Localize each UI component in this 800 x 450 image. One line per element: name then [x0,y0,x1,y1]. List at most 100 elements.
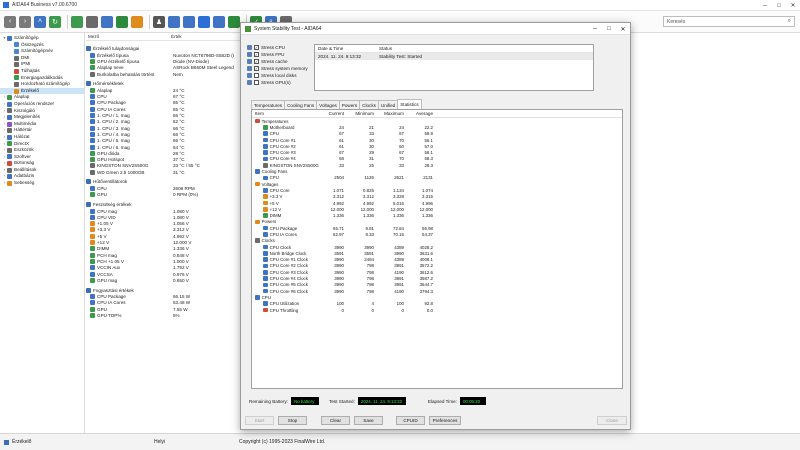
stress-checkbox[interactable]: ✓ [254,66,259,71]
tab-unified[interactable]: Unified [377,100,399,109]
tab-temperatures[interactable]: Temperatures [251,100,286,109]
minimize-icon[interactable]: ─ [588,23,602,35]
stress-checkbox[interactable]: ✓ [254,59,259,64]
maximize-icon[interactable]: □ [772,0,786,11]
stress-checkbox[interactable] [254,73,259,78]
row-item-label: CPU [261,294,271,300]
row-item-label: +5 V [269,200,279,206]
tree-item[interactable]: › Multimédia [0,121,84,128]
property-row[interactable]: WD Green 2.5 1000GB 31 °C [86,169,246,175]
close-icon[interactable]: ✕ [616,23,630,35]
up-icon[interactable]: ˄ [34,15,46,28]
memory-icon[interactable] [86,15,98,28]
tree-item[interactable]: Összegzés [0,42,84,49]
cpuid-button[interactable]: CPUID [396,416,425,425]
database-icon[interactable] [168,15,180,28]
clear-button[interactable]: Clear [321,416,350,425]
tab-cooling-fans[interactable]: Cooling Fans [284,100,318,109]
property-row[interactable]: GPU 0 RPM (0%) [86,192,246,198]
tree-item[interactable]: › Eszközök [0,147,84,154]
tree-item[interactable]: › Alaplap [0,94,84,101]
tree-item[interactable]: › Beállítások [0,167,84,174]
search-input[interactable]: Keresés ⌕ [663,16,795,27]
property-name: PCH mag [97,252,117,258]
minimize-icon[interactable]: ─ [758,0,772,11]
column-field[interactable]: Mező [86,34,171,40]
device-icon [247,45,252,50]
cell-current: 3990 [334,244,344,250]
tree-item[interactable]: Számítógépnév [0,48,84,55]
row-item-label: CPU Core #1 [269,137,296,143]
close-button[interactable]: Close [597,416,627,425]
column-value[interactable]: Érték [171,34,182,40]
tree-item[interactable]: › Szoftver [0,154,84,161]
property-row[interactable]: GPU TDP% 5% [86,312,246,319]
tab-powers[interactable]: Powers [338,100,361,109]
stability-test-icon[interactable] [228,15,240,28]
tree-item[interactable]: Energiagazdálkodás [0,75,84,82]
stress-checkbox[interactable]: ✓ [254,45,259,50]
back-icon[interactable]: ‹ [4,15,16,28]
item-icon [263,188,268,193]
property-row[interactable]: Alaplap neve ASRock B660M Steel Legend [86,65,246,71]
tree-item[interactable]: IPMI [0,61,84,68]
stop-button[interactable]: Stop [278,416,307,425]
property-value: Nem [173,71,183,77]
tree-item[interactable]: › DirectX [0,141,84,148]
tab-clocks[interactable]: Clocks [359,100,379,109]
network-icon[interactable] [183,15,195,28]
tree-item[interactable]: › Hálózat [0,134,84,141]
tree-item[interactable]: Túlhajtás [0,68,84,75]
tree-item-icon [7,174,12,180]
close-icon[interactable]: ✕ [786,0,800,11]
tree-item[interactable]: › Sebesség [0,180,84,187]
property-row[interactable]: GPU mag 0.650 V [86,277,246,283]
row-item: +3.3 V [252,194,324,199]
tree-item[interactable]: › Operációs rendszer [0,101,84,108]
tree-item[interactable]: ▾ Számítógép [0,35,84,42]
row-item-label: CPU Utilization [269,301,300,307]
row-item: CPU Core #6 Clock [252,289,324,294]
calculator-icon[interactable] [131,15,143,28]
audit-icon[interactable] [198,15,210,28]
tab-statistics[interactable]: Statistics [397,99,422,109]
chart-icon[interactable] [116,15,128,28]
property-value: 62 °C [173,119,185,125]
update-icon[interactable] [213,15,225,28]
property-row[interactable]: Burkolatba behatolás történt Nem [86,71,246,77]
stress-checkbox[interactable]: ✓ [254,52,259,57]
maximize-icon[interactable]: □ [602,23,616,35]
property-row[interactable]: Érzékelő típusa Nuvoton NCT6796D-S582D (I [86,52,246,58]
property-value: 66 °C [173,131,185,137]
cell-average: 56.1 [424,137,433,143]
motherboard-icon[interactable] [71,15,83,28]
tree-item[interactable]: DMI [0,55,84,62]
start-button[interactable]: Start [245,416,274,425]
stress-checkbox[interactable] [254,80,259,85]
tree-item-label: Sebesség [14,180,35,186]
cell-minimum: 29 [369,150,374,156]
cell-maximum: 67 [399,150,404,156]
tree-item-icon [14,62,19,68]
tree-item-label: Túlhajtás [21,67,40,73]
forward-icon[interactable]: › [19,15,31,28]
tree-item[interactable]: › Megjelenítés [0,114,84,121]
tree-item[interactable]: › Biztonság [0,160,84,167]
tab-voltages[interactable]: Voltages [316,100,340,109]
refresh-icon[interactable]: ↻ [49,15,61,28]
property-value: Diode (NV-Diode) [173,58,209,64]
tree-item[interactable]: Hordozható számítógép [0,81,84,88]
tree-item[interactable]: › Háttértár [0,127,84,134]
report-icon[interactable] [101,15,113,28]
tree-item-label: Megjelenítés [14,114,41,120]
data-row[interactable]: CPU Throttling 0 0 0 0.0 [252,307,622,313]
tree-item[interactable]: Érzékelő [0,87,84,95]
preferences-button[interactable]: Preferences [429,416,461,425]
save-button[interactable]: Save [354,416,383,425]
tree-item[interactable]: › Adatbázis [0,173,84,180]
tree-item[interactable]: › Kiszolgáló [0,108,84,115]
cell-average: 0.0 [426,307,433,313]
tree-item-icon [14,88,19,94]
event-row[interactable]: 2024. 11. 24. 9:13:32 Stability Test: St… [315,53,593,60]
user-icon[interactable]: ♟ [153,15,165,28]
